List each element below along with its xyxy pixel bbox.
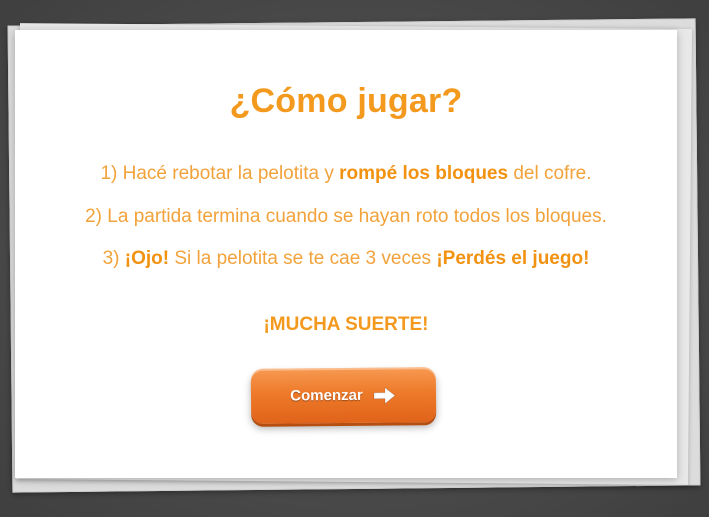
arrow-right-icon [373, 385, 397, 405]
game-stage: ¿Cómo jugar? 1) Hacé rebotar la pelotita… [0, 0, 709, 517]
instructions-card: ¿Cómo jugar? 1) Hacé rebotar la pelotita… [15, 30, 677, 478]
rule-3-highlight-b: ¡Perdés el juego! [436, 248, 590, 269]
rule-3: 3) ¡Ojo! Si la pelotita se te cae 3 vece… [15, 248, 677, 270]
rule-3-highlight-a: ¡Ojo! [124, 248, 170, 269]
rule-2-text: 2) La partida termina cuando se hayan ro… [85, 206, 607, 227]
rule-2: 2) La partida termina cuando se hayan ro… [15, 206, 677, 228]
rule-1-text-a: 1) Hacé rebotar la pelotita y [100, 163, 340, 184]
rule-3-text-b: Si la pelotita se te cae 3 veces [169, 248, 437, 269]
good-luck-text: ¡MUCHA SUERTE! [263, 314, 429, 335]
rule-3-text-a: 3) [102, 248, 125, 269]
page-title: ¿Cómo jugar? [229, 82, 463, 120]
start-button-label: Comenzar [290, 386, 363, 405]
rule-1-text-b: del cofre. [508, 163, 592, 184]
rule-1: 1) Hacé rebotar la pelotita y rompé los … [15, 163, 677, 185]
start-button[interactable]: Comenzar [250, 367, 437, 424]
rule-1-highlight: rompé los bloques [339, 163, 509, 184]
